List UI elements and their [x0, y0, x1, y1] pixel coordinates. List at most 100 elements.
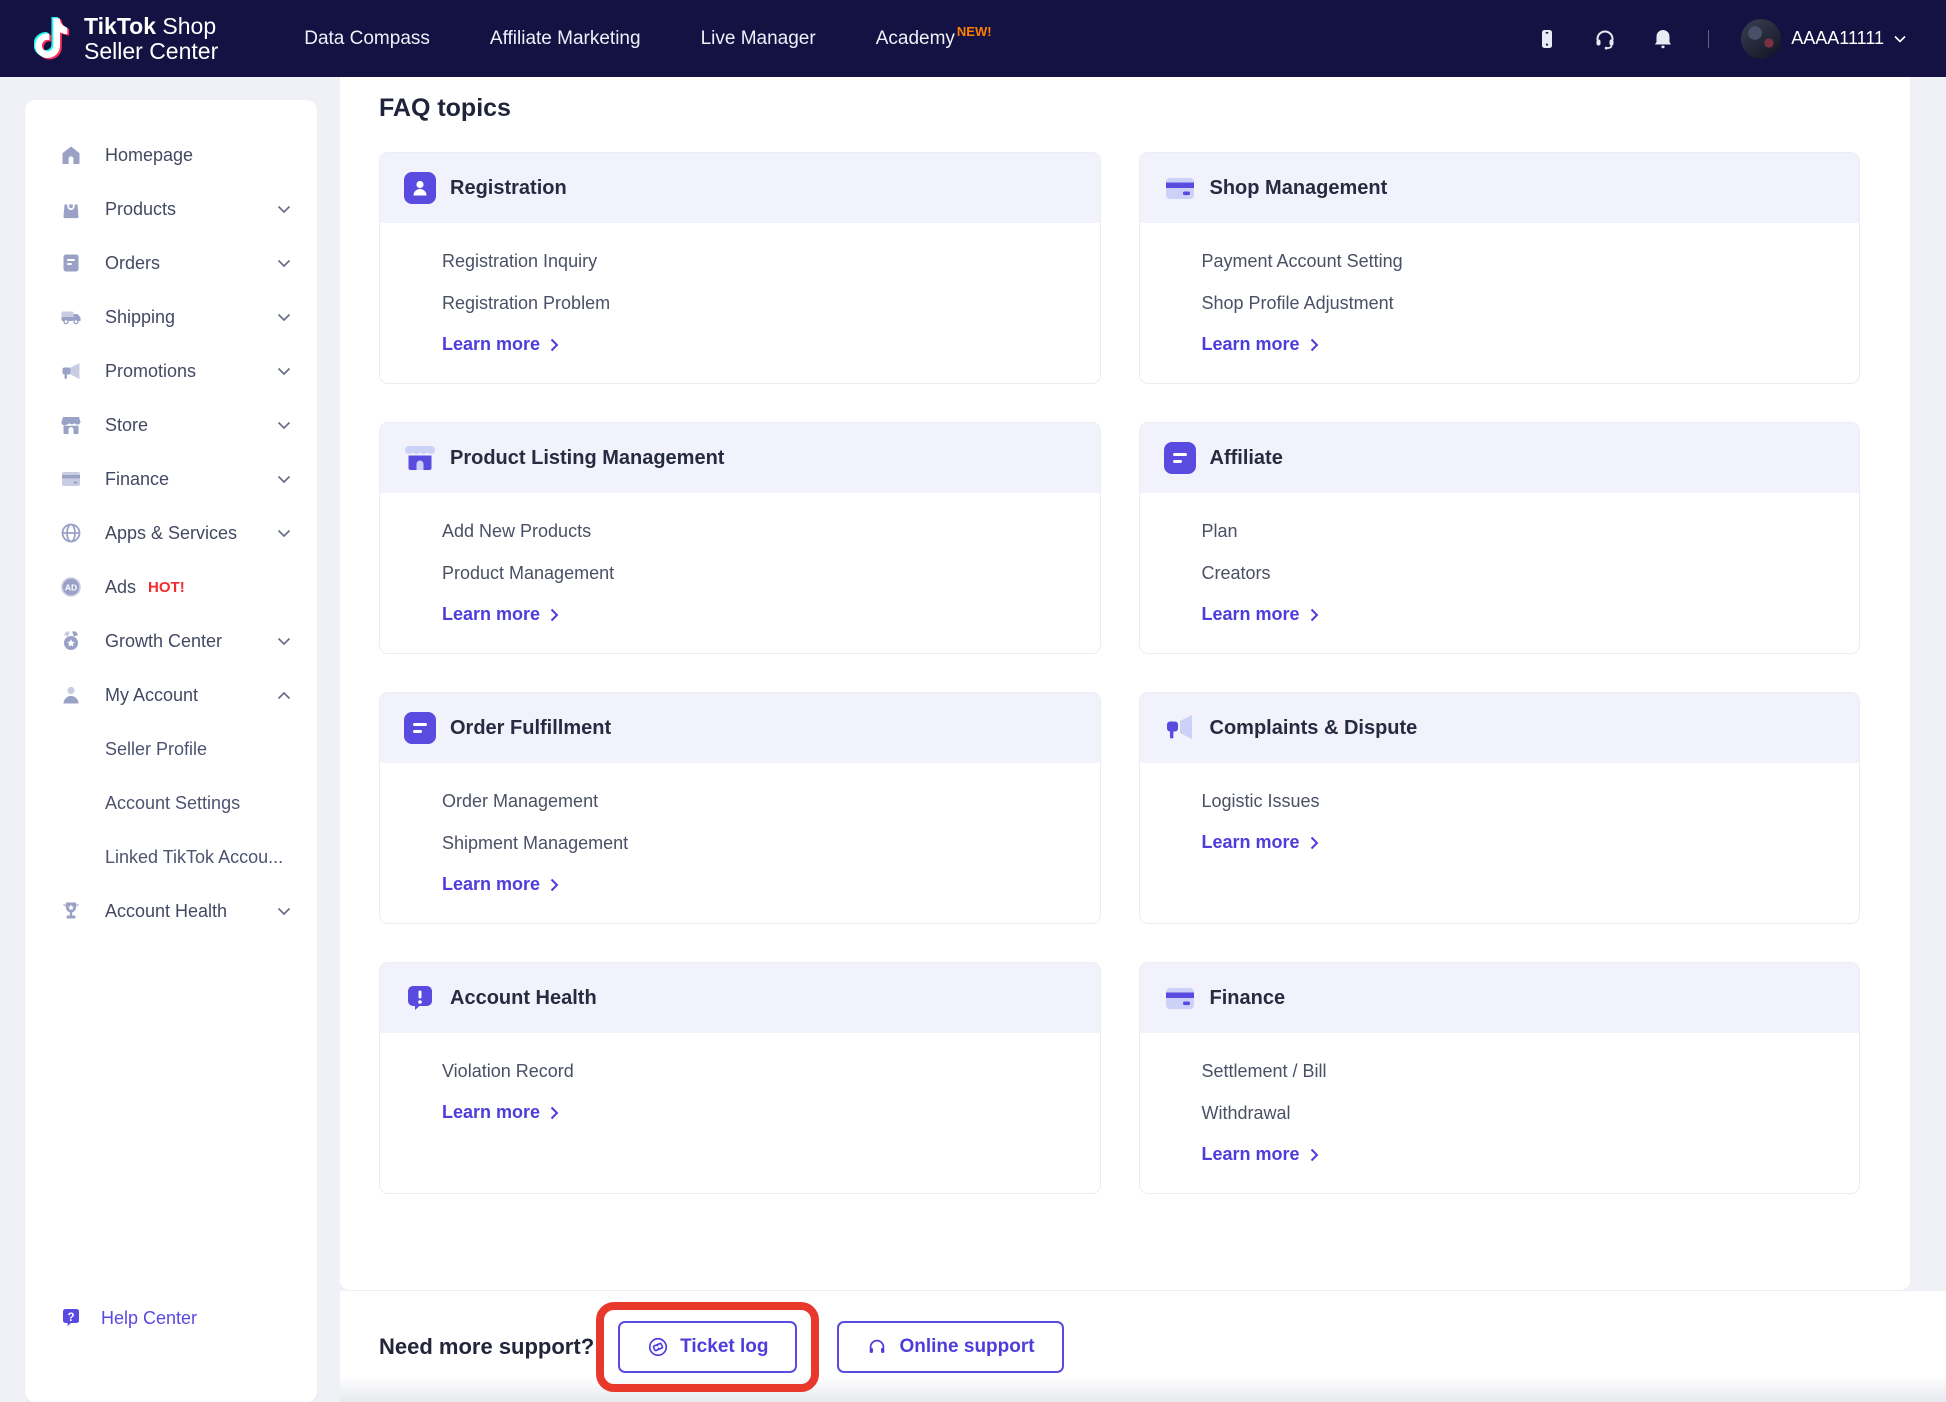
faq-card-header: Complaints & Dispute [1139, 693, 1859, 763]
support-row: Need more support? Ticket log Online sup… [340, 1291, 1946, 1402]
faq-topic-registration-inquiry[interactable]: Registration Inquiry [442, 250, 1076, 272]
user-menu[interactable]: AAAA11111 [1741, 18, 1906, 59]
person-badge-icon [404, 172, 436, 204]
tiktok-shop-logo[interactable]: TikTok Shop Seller Center [34, 12, 219, 64]
help-center-label: Help Center [101, 1307, 198, 1328]
sidebar-subitem-seller-profile[interactable]: Seller Profile [25, 722, 317, 776]
person-gray-icon [59, 683, 83, 707]
chevron-right-icon [1310, 1148, 1318, 1161]
faq-topic-logistic-issues[interactable]: Logistic Issues [1202, 790, 1836, 812]
nav-item-live-manager[interactable]: Live Manager [701, 28, 816, 50]
learn-more-link[interactable]: Learn more [1202, 1144, 1836, 1165]
faq-topic-order-management[interactable]: Order Management [442, 790, 1076, 812]
medal-icon [59, 629, 83, 653]
learn-more-label: Learn more [442, 334, 541, 354]
sidebar-subitem-linked-tiktok-accou[interactable]: Linked TikTok Accou... [25, 830, 317, 884]
globe-icon [59, 521, 83, 545]
megaphone-purple-icon [1164, 712, 1196, 744]
learn-more-label: Learn more [442, 604, 541, 624]
chevron-right-icon [550, 878, 559, 891]
chevron-down-icon [277, 907, 291, 916]
sidebar-item-growth-center[interactable]: Growth Center [25, 614, 317, 668]
doc-purple-icon [1163, 442, 1196, 474]
faq-card-body: Order Management Shipment Management Lear… [380, 763, 1100, 923]
sidebar-item-promotions[interactable]: Promotions [25, 344, 317, 398]
credit-card-icon [1164, 172, 1196, 204]
notification-bell-icon[interactable] [1650, 26, 1676, 52]
learn-more-label: Learn more [442, 1102, 541, 1122]
faq-card-title: Affiliate [1209, 446, 1283, 469]
faq-card-shop-management: Shop Management Payment Account Setting S… [1138, 152, 1860, 384]
main-content: FAQ topics Registration Registration Inq… [340, 77, 1946, 1402]
chevron-right-icon [550, 338, 559, 351]
learn-more-link[interactable]: Learn more [1202, 604, 1836, 625]
sidebar-column: Homepage Products Orders Shipping Promot… [0, 77, 317, 1402]
faq-card-body: Payment Account Setting Shop Profile Adju… [1140, 223, 1860, 383]
faq-card-title: Finance [1209, 986, 1286, 1009]
faq-topic-creators[interactable]: Creators [1202, 562, 1836, 584]
learn-more-link[interactable]: Learn more [442, 604, 1076, 625]
sidebar-subitem-account-settings[interactable]: Account Settings [25, 776, 317, 830]
faq-card-body: Logistic Issues Learn more [1140, 763, 1860, 881]
faq-card-header: Account Health [380, 963, 1100, 1033]
faq-topic-product-management[interactable]: Product Management [442, 562, 1076, 584]
new-badge: NEW! [956, 23, 992, 39]
learn-more-link[interactable]: Learn more [1202, 334, 1836, 355]
sidebar-item-apps-services[interactable]: Apps & Services [25, 506, 317, 560]
headset-icon[interactable] [1592, 26, 1618, 52]
doc-gray-icon [59, 251, 83, 275]
card-gray-icon [59, 467, 83, 491]
trophy-icon [59, 899, 83, 923]
faq-topic-shop-profile-adjustment[interactable]: Shop Profile Adjustment [1202, 292, 1836, 314]
faq-topic-add-new-products[interactable]: Add New Products [442, 520, 1076, 542]
faq-card-body: Settlement / Bill Withdrawal Learn more [1140, 1033, 1860, 1193]
faq-card-title: Complaints & Dispute [1209, 716, 1418, 739]
nav-item-data-compass[interactable]: Data Compass [304, 28, 430, 50]
faq-card-title: Product Listing Management [450, 446, 725, 469]
user-name: AAAA11111 [1791, 28, 1884, 48]
chevron-down-icon [277, 313, 291, 322]
nav-item-academy[interactable]: Academy NEW! [876, 24, 992, 50]
faq-topic-violation-record[interactable]: Violation Record [442, 1060, 1076, 1082]
faq-card-account-health: Account Health Violation Record Learn mo… [379, 962, 1101, 1194]
sidebar-item-homepage[interactable]: Homepage [25, 128, 317, 182]
faq-topic-shipment-management[interactable]: Shipment Management [442, 832, 1076, 854]
online-support-button[interactable]: Online support [837, 1320, 1064, 1373]
learn-more-link[interactable]: Learn more [1202, 832, 1836, 853]
help-icon: ? [63, 1309, 79, 1326]
faq-card-title: Account Health [450, 986, 597, 1009]
faq-topic-withdrawal[interactable]: Withdrawal [1202, 1102, 1836, 1124]
chevron-right-icon [1310, 338, 1318, 351]
sidebar-item-orders[interactable]: Orders [25, 236, 317, 290]
nav-right-cluster: AAAA11111 [1534, 18, 1906, 59]
nav-item-affiliate-marketing[interactable]: Affiliate Marketing [490, 28, 641, 50]
learn-more-link[interactable]: Learn more [442, 1102, 1076, 1123]
sidebar-item-store[interactable]: Store [25, 398, 317, 452]
ticket-log-button[interactable]: Ticket log [618, 1320, 798, 1373]
doc-purple-icon [404, 712, 436, 744]
faq-card-body: Plan Creators Learn more [1140, 493, 1860, 653]
logo-text: TikTok Shop Seller Center [84, 12, 219, 64]
sidebar-item-account-health[interactable]: Account Health [25, 884, 317, 938]
faq-topic-settlement-bill[interactable]: Settlement / Bill [1202, 1060, 1836, 1082]
faq-topic-plan[interactable]: Plan [1202, 520, 1836, 542]
faq-topic-payment-account-setting[interactable]: Payment Account Setting [1202, 250, 1836, 272]
sidebar-item-products[interactable]: Products [25, 182, 317, 236]
learn-more-link[interactable]: Learn more [442, 334, 1076, 355]
nav-separator [1708, 29, 1710, 48]
faq-topic-registration-problem[interactable]: Registration Problem [442, 292, 1076, 314]
sidebar-item-my-account[interactable]: My Account [25, 668, 317, 722]
sidebar-item-finance[interactable]: Finance [25, 452, 317, 506]
nav-menu: Data Compass Affiliate Marketing Live Mana… [304, 24, 992, 50]
help-center-link[interactable]: ? Help Center [25, 1306, 317, 1330]
svg-text:?: ? [67, 1312, 74, 1324]
chevron-down-icon [277, 259, 291, 268]
faq-card-registration: Registration Registration Inquiry Registr… [379, 152, 1101, 384]
mobile-app-icon[interactable] [1534, 26, 1560, 52]
chevron-right-icon [550, 1106, 559, 1119]
sidebar-item-shipping[interactable]: Shipping [25, 290, 317, 344]
faq-card-header: Product Listing Management [380, 423, 1100, 493]
sidebar-item-ads[interactable]: AD Ads HOT! [25, 560, 317, 614]
learn-more-link[interactable]: Learn more [442, 874, 1076, 895]
home-icon [59, 143, 83, 167]
